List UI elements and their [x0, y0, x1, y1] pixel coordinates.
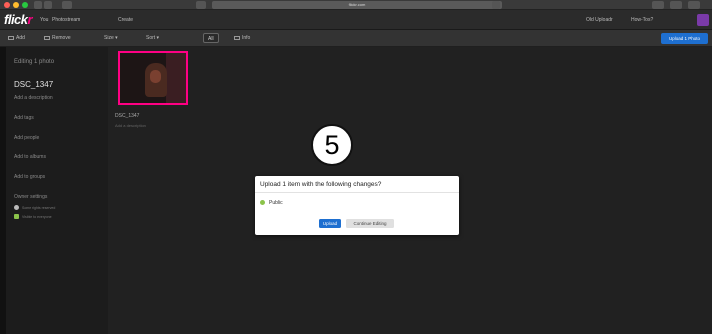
- back-icon[interactable]: [34, 1, 42, 9]
- continue-editing-button[interactable]: Continue Editing: [346, 219, 394, 228]
- site-header: flickr You Photostream Create Old Upload…: [0, 10, 712, 30]
- privacy-icon[interactable]: [196, 1, 206, 9]
- public-label: Public: [269, 200, 283, 206]
- photo-description[interactable]: Add a description: [115, 123, 146, 128]
- photo-name[interactable]: DSC_1347: [115, 113, 139, 119]
- nav-how-tos[interactable]: How-Tos?: [631, 17, 653, 23]
- add-to-groups-link[interactable]: Add to groups: [14, 174, 45, 180]
- photo-curtain: [166, 53, 186, 103]
- reload-icon[interactable]: [492, 1, 500, 9]
- dialog-title: Upload 1 item with the following changes…: [260, 181, 382, 188]
- license-label[interactable]: Some rights reserved: [22, 206, 55, 210]
- size-dropdown[interactable]: Size ▾: [104, 35, 118, 41]
- nav-old-uploadr[interactable]: Old Uploadr: [586, 17, 613, 23]
- nav-create[interactable]: Create: [118, 17, 133, 23]
- nav-you[interactable]: You: [40, 17, 48, 23]
- edit-sidebar: Editing 1 photo DSC_1347 Add a descripti…: [6, 47, 108, 334]
- uploader-toolbar: Add Remove Size ▾ Sort ▾ All Info Upload…: [0, 30, 712, 47]
- avatar[interactable]: [697, 14, 709, 26]
- zoom-window-icon[interactable]: [22, 2, 28, 8]
- minimize-window-icon[interactable]: [13, 2, 19, 8]
- upload-photos-button[interactable]: Upload 1 Photo: [661, 33, 708, 44]
- add-tags-link[interactable]: Add tags: [14, 115, 34, 121]
- tabs-icon[interactable]: [688, 1, 700, 9]
- privacy-label[interactable]: Visible to everyone: [22, 215, 52, 219]
- nav-photostream[interactable]: Photostream: [52, 17, 80, 23]
- public-status-icon: [260, 200, 265, 205]
- sort-dropdown[interactable]: Sort ▾: [146, 35, 159, 41]
- photo-title-field[interactable]: DSC_1347: [14, 80, 53, 89]
- sidebar-toggle-icon[interactable]: [62, 1, 72, 9]
- remove-button[interactable]: Remove: [44, 35, 71, 41]
- info-icon: [234, 35, 240, 40]
- license-icon[interactable]: [14, 205, 19, 210]
- privacy-icon[interactable]: [14, 214, 19, 219]
- add-people-link[interactable]: Add people: [14, 135, 39, 141]
- photo-subject-face: [150, 70, 161, 83]
- share-icon[interactable]: [670, 1, 682, 9]
- info-button[interactable]: Info: [234, 35, 250, 41]
- add-button[interactable]: Add: [8, 35, 25, 41]
- extension-icon[interactable]: [652, 1, 664, 9]
- owner-settings-heading: Owner settings: [14, 194, 48, 200]
- confirm-upload-button[interactable]: Upload: [319, 219, 341, 228]
- upload-confirm-dialog: Upload 1 item with the following changes…: [255, 176, 459, 235]
- editing-count-label: Editing 1 photo: [14, 59, 55, 65]
- description-field[interactable]: Add a description: [14, 95, 53, 101]
- remove-icon: [44, 35, 50, 40]
- close-window-icon[interactable]: [4, 2, 10, 8]
- dialog-divider: [255, 192, 459, 193]
- flickr-logo[interactable]: flickr: [4, 12, 33, 27]
- address-bar[interactable]: flickr.com: [212, 1, 502, 9]
- step-number-badge: 5: [311, 124, 353, 166]
- photo-thumbnail[interactable]: [118, 51, 188, 105]
- add-icon: [8, 35, 14, 40]
- browser-titlebar: flickr.com: [0, 0, 712, 10]
- add-to-albums-link[interactable]: Add to albums: [14, 154, 46, 160]
- forward-icon[interactable]: [44, 1, 52, 9]
- select-all-button[interactable]: All: [203, 33, 219, 43]
